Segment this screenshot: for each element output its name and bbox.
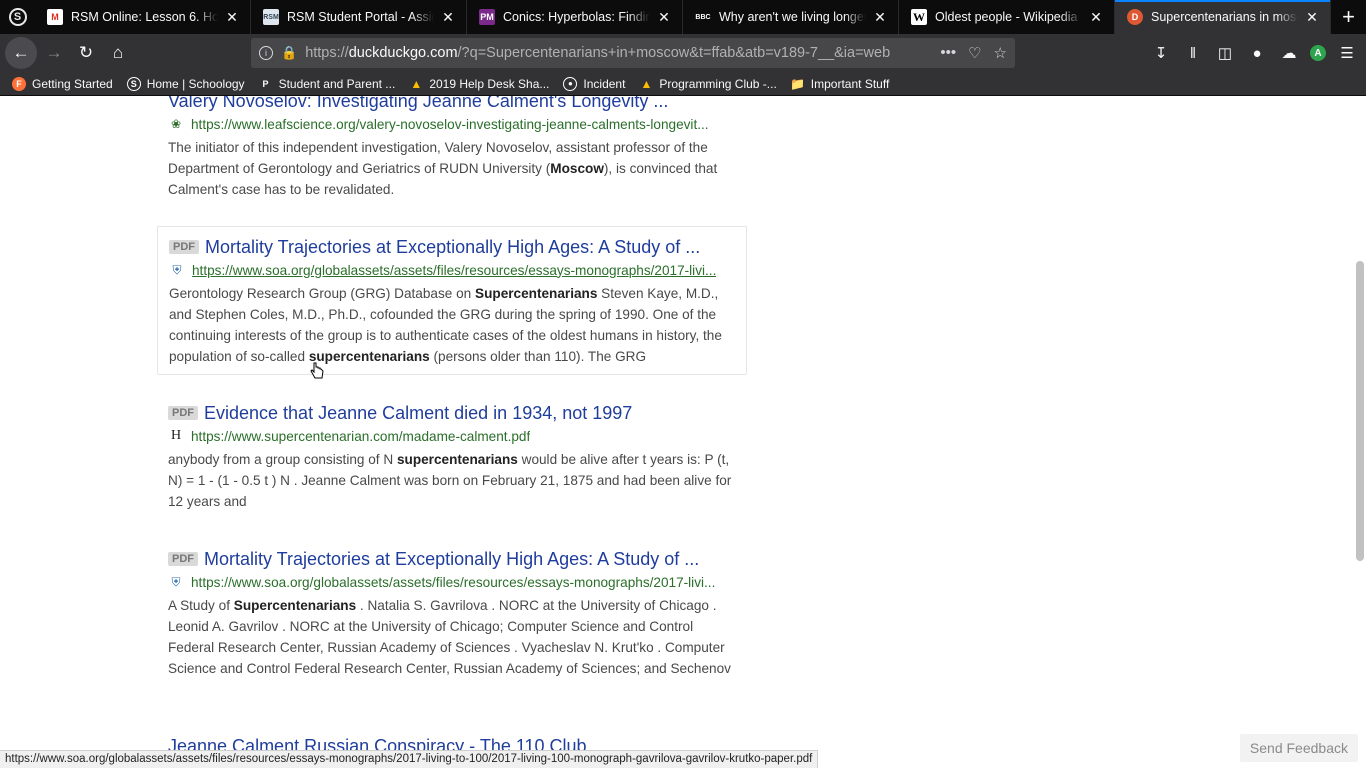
hand-cursor-icon (310, 362, 324, 379)
bookmark-label: Incident (583, 76, 626, 91)
wikipedia-icon: W (911, 9, 927, 25)
bbc-icon: BBC (695, 13, 711, 21)
sidebar-icon[interactable]: ◫ (1214, 42, 1236, 64)
menu-icon[interactable]: ☰ (1336, 42, 1358, 64)
pdf-badge: PDF (169, 240, 199, 254)
close-tab-icon[interactable]: ✕ (872, 9, 888, 26)
search-result: Valery Novoselov: Investigating Jeanne C… (157, 96, 747, 200)
scrollbar-thumb[interactable] (1356, 261, 1364, 561)
bookmark-label: Home | Schoology (146, 76, 245, 91)
drive-icon: ▲ (640, 76, 653, 91)
lock-icon[interactable]: 🔒 (281, 45, 297, 61)
result-snippet: The initiator of this independent invest… (168, 140, 718, 197)
profile-avatar[interactable]: A (1310, 45, 1326, 61)
purple-math-icon: PM (479, 9, 495, 25)
bookmark-label: 2019 Help Desk Sha... (429, 76, 550, 91)
result-snippet: anybody from a group consisting of N sup… (168, 452, 732, 509)
search-result-hovered: PDF Mortality Trajectories at Exceptional… (157, 226, 747, 375)
tab-rsm-online[interactable]: M RSM Online: Lesson 6. Home ✕ (35, 0, 251, 34)
result-url-link[interactable]: https://www.soa.org/globalassets/assets/… (191, 575, 715, 590)
portal-icon: P (262, 78, 269, 89)
bookmark-label: Student and Parent ... (278, 76, 396, 91)
home-button[interactable]: ⌂ (103, 38, 133, 68)
duckduckgo-icon: D (1127, 9, 1143, 25)
gmail-icon: M (47, 9, 63, 25)
close-tab-icon[interactable]: ✕ (1088, 9, 1104, 26)
result-snippet: Gerontology Research Group (GRG) Databas… (169, 286, 722, 364)
folder-icon: 📁 (790, 76, 806, 91)
tab-title: Conics: Hyperbolas: Finding t (503, 10, 650, 24)
close-tab-icon[interactable]: ✕ (224, 9, 240, 26)
page-content: Valery Novoselov: Investigating Jeanne C… (0, 96, 1366, 768)
new-tab-button[interactable]: + (1331, 0, 1366, 34)
send-feedback-button[interactable]: Send Feedback (1239, 734, 1358, 762)
close-tab-icon[interactable]: ✕ (1304, 9, 1320, 26)
tab-wikipedia[interactable]: W Oldest people - Wikipedia ✕ (899, 0, 1115, 34)
close-tab-icon[interactable]: ✕ (440, 9, 456, 26)
tab-title: RSM Student Portal - Assignm (287, 10, 434, 24)
back-button[interactable]: ← (5, 37, 37, 69)
pdf-badge: PDF (168, 406, 198, 420)
result-title-link[interactable]: Valery Novoselov: Investigating Jeanne C… (168, 96, 668, 112)
result-title-link[interactable]: Mortality Trajectories at Exceptionally … (204, 549, 699, 570)
drive-icon: ▲ (410, 76, 423, 91)
rsm-icon: RSM (263, 9, 279, 25)
result-snippet: A Study of Supercentenarians . Natalia S… (168, 598, 731, 676)
search-result: PDF Mortality Trajectories at Exceptional… (157, 547, 747, 679)
result-url-link[interactable]: https://www.supercentenarian.com/madame-… (191, 429, 530, 444)
tab-title: Supercentenarians in moscow (1151, 10, 1298, 24)
firefox-icon: F (12, 76, 26, 91)
tab-conics[interactable]: PM Conics: Hyperbolas: Finding t ✕ (467, 0, 683, 34)
bookmark-important-stuff[interactable]: 📁 Important Stuff (790, 76, 890, 91)
account-icon[interactable]: ● (1246, 42, 1268, 64)
schoology-icon: S (126, 76, 141, 91)
url-host: duckduckgo.com (348, 45, 458, 61)
result-url-link[interactable]: https://www.soa.org/globalassets/assets/… (192, 263, 716, 278)
bookmark-label: Getting Started (32, 76, 113, 91)
navigation-toolbar: ← → ↻ ⌂ i 🔒 https://duckduckgo.com/?q=Su… (0, 34, 1366, 72)
forward-button[interactable]: → (39, 38, 69, 68)
bookmark-schoology[interactable]: S Home | Schoology (126, 76, 245, 91)
tab-title: Oldest people - Wikipedia (935, 10, 1078, 24)
status-bar-url: https://www.soa.org/globalassets/assets/… (0, 750, 819, 768)
close-tab-icon[interactable]: ✕ (656, 9, 672, 26)
tab-title: Why aren't we living longer? - (719, 10, 866, 24)
tab-rsm-portal[interactable]: RSM RSM Student Portal - Assignm ✕ (251, 0, 467, 34)
bookmark-help-desk[interactable]: ▲ 2019 Help Desk Sha... (409, 77, 549, 91)
bookmark-getting-started[interactable]: F Getting Started (12, 76, 113, 91)
pdf-badge: PDF (168, 552, 198, 566)
downloads-icon[interactable]: ↧ (1150, 42, 1172, 64)
bookmark-label: Programming Club -... (659, 76, 777, 91)
bookmark-student-parent[interactable]: P Student and Parent ... (259, 77, 396, 91)
tab-title: RSM Online: Lesson 6. Home (71, 10, 218, 24)
bookmark-star-icon[interactable]: ☆ (994, 44, 1007, 62)
bookmark-incident[interactable]: ● Incident (563, 76, 626, 91)
url-rest: /?q=Supercentenarians+in+moscow&t=ffab&a… (457, 45, 891, 61)
tab-duckduckgo[interactable]: D Supercentenarians in moscow ✕ (1115, 0, 1331, 34)
skype-icon[interactable]: S (0, 0, 35, 34)
supercentenarian-favicon-icon: H (170, 428, 182, 443)
shield-favicon-icon: ⛨ (171, 574, 181, 589)
pocket-icon[interactable]: ♡ (968, 44, 981, 62)
info-icon[interactable]: i (259, 46, 273, 60)
reload-button[interactable]: ↻ (71, 38, 101, 68)
result-title-link[interactable]: Mortality Trajectories at Exceptionally … (205, 237, 700, 258)
page-actions-icon[interactable]: ••• (940, 44, 956, 62)
shield-favicon-icon: ⛨ (172, 262, 182, 277)
tab-bar: S M RSM Online: Lesson 6. Home ✕ RSM RSM… (0, 0, 1366, 34)
extension-icon[interactable]: ☁ (1278, 42, 1300, 64)
bookmark-label: Important Stuff (810, 76, 890, 91)
result-title-link[interactable]: Evidence that Jeanne Calment died in 193… (204, 403, 632, 424)
bookmarks-toolbar: F Getting Started S Home | Schoology P S… (0, 72, 1366, 96)
url-prefix: https:// (305, 45, 349, 61)
bookmark-programming-club[interactable]: ▲ Programming Club -... (639, 77, 776, 91)
library-icon[interactable]: ‖ (1182, 42, 1204, 64)
url-text[interactable]: https://duckduckgo.com/?q=Supercentenari… (305, 45, 940, 61)
leafscience-favicon-icon: ❀ (170, 117, 182, 131)
url-bar[interactable]: i 🔒 https://duckduckgo.com/?q=Supercente… (251, 38, 1015, 68)
search-result: PDF Evidence that Jeanne Calment died in … (157, 401, 747, 512)
globe-icon: ● (563, 76, 578, 91)
tab-bbc[interactable]: BBC Why aren't we living longer? - ✕ (683, 0, 899, 34)
result-url-link[interactable]: https://www.leafscience.org/valery-novos… (191, 117, 709, 132)
